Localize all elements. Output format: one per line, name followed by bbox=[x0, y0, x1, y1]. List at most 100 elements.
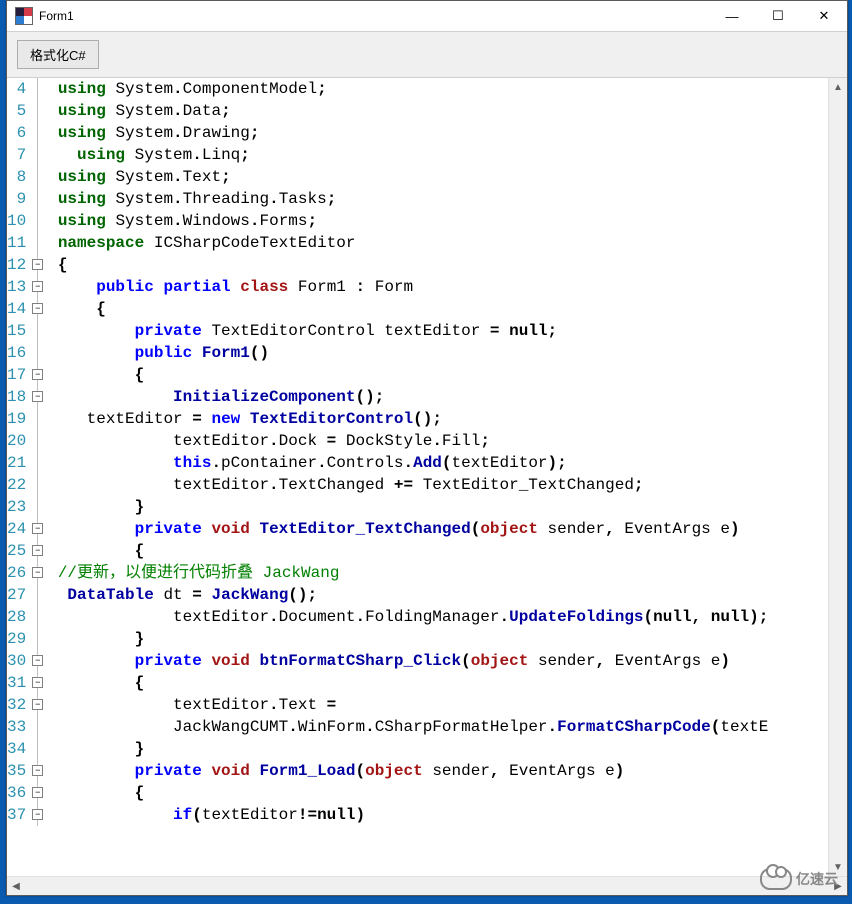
code-line[interactable]: textEditor.Document.FoldingManager.Updat… bbox=[48, 606, 828, 628]
line-number: 19 bbox=[7, 408, 26, 430]
fold-toggle-icon[interactable]: − bbox=[32, 545, 43, 556]
code-line[interactable]: private TextEditorControl textEditor = n… bbox=[48, 320, 828, 342]
fold-toggle-icon[interactable]: − bbox=[32, 809, 43, 820]
code-line[interactable]: namespace ICSharpCodeTextEditor bbox=[48, 232, 828, 254]
code-line[interactable]: if(textEditor!=null) bbox=[48, 804, 828, 826]
code-line[interactable]: { bbox=[48, 540, 828, 562]
scroll-up-icon[interactable]: ▲ bbox=[829, 78, 847, 96]
line-number: 17 bbox=[7, 364, 26, 386]
watermark: 亿速云 bbox=[760, 868, 838, 890]
code-line[interactable]: } bbox=[48, 628, 828, 650]
line-number: 21 bbox=[7, 452, 26, 474]
line-number: 29 bbox=[7, 628, 26, 650]
line-number: 30 bbox=[7, 650, 26, 672]
fold-toggle-icon[interactable]: − bbox=[32, 369, 43, 380]
code-line[interactable]: InitializeComponent(); bbox=[48, 386, 828, 408]
code-line[interactable]: private void Form1_Load(object sender, E… bbox=[48, 760, 828, 782]
code-line[interactable]: using System.Windows.Forms; bbox=[48, 210, 828, 232]
code-line[interactable]: { bbox=[48, 298, 828, 320]
code-line[interactable]: textEditor.Text = bbox=[48, 694, 828, 716]
line-number: 37 bbox=[7, 804, 26, 826]
line-number: 32 bbox=[7, 694, 26, 716]
code-line[interactable]: public Form1() bbox=[48, 342, 828, 364]
fold-toggle-icon[interactable]: − bbox=[32, 523, 43, 534]
toolbar: 格式化C# bbox=[7, 32, 847, 78]
code-area[interactable]: using System.ComponentModel; using Syste… bbox=[48, 78, 828, 876]
code-line[interactable]: this.pContainer.Controls.Add(textEditor)… bbox=[48, 452, 828, 474]
code-line[interactable]: textEditor = new TextEditorControl(); bbox=[48, 408, 828, 430]
code-line[interactable]: using System.Linq; bbox=[48, 144, 828, 166]
fold-toggle-icon[interactable]: − bbox=[32, 655, 43, 666]
line-number: 6 bbox=[7, 122, 26, 144]
code-line[interactable]: { bbox=[48, 364, 828, 386]
line-number: 24 bbox=[7, 518, 26, 540]
line-number: 26 bbox=[7, 562, 26, 584]
code-line[interactable]: textEditor.TextChanged += TextEditor_Tex… bbox=[48, 474, 828, 496]
line-number: 11 bbox=[7, 232, 26, 254]
minimize-button[interactable]: — bbox=[709, 1, 755, 31]
format-csharp-button[interactable]: 格式化C# bbox=[17, 40, 99, 69]
code-line[interactable]: using System.Data; bbox=[48, 100, 828, 122]
code-line[interactable]: textEditor.Dock = DockStyle.Fill; bbox=[48, 430, 828, 452]
code-line[interactable]: using System.Drawing; bbox=[48, 122, 828, 144]
app-icon bbox=[15, 7, 33, 25]
fold-toggle-icon[interactable]: − bbox=[32, 787, 43, 798]
line-number: 13 bbox=[7, 276, 26, 298]
line-number: 31 bbox=[7, 672, 26, 694]
line-number: 8 bbox=[7, 166, 26, 188]
maximize-button[interactable]: ☐ bbox=[755, 1, 801, 31]
line-number: 5 bbox=[7, 100, 26, 122]
fold-gutter[interactable]: − − − − − − − − − − − − − − bbox=[30, 78, 48, 876]
code-line[interactable]: using System.Text; bbox=[48, 166, 828, 188]
line-number: 22 bbox=[7, 474, 26, 496]
line-number: 14 bbox=[7, 298, 26, 320]
titlebar[interactable]: Form1 — ☐ ✕ bbox=[7, 1, 847, 32]
code-line[interactable]: { bbox=[48, 672, 828, 694]
fold-toggle-icon[interactable]: − bbox=[32, 699, 43, 710]
line-number: 33 bbox=[7, 716, 26, 738]
line-number: 10 bbox=[7, 210, 26, 232]
code-line[interactable]: private void TextEditor_TextChanged(obje… bbox=[48, 518, 828, 540]
line-number: 4 bbox=[7, 78, 26, 100]
code-line[interactable]: //更新，以便进行代码折叠 JackWang bbox=[48, 562, 828, 584]
line-number: 18 bbox=[7, 386, 26, 408]
code-line[interactable]: private void btnFormatCSharp_Click(objec… bbox=[48, 650, 828, 672]
code-line[interactable]: using System.ComponentModel; bbox=[48, 78, 828, 100]
cloud-icon bbox=[760, 868, 792, 890]
line-number: 27 bbox=[7, 584, 26, 606]
line-number: 25 bbox=[7, 540, 26, 562]
vertical-scrollbar[interactable]: ▲ ▼ bbox=[828, 78, 847, 876]
horizontal-scrollbar[interactable]: ◀ ▶ bbox=[7, 876, 847, 895]
scroll-track[interactable] bbox=[829, 96, 847, 858]
line-number: 23 bbox=[7, 496, 26, 518]
line-number: 7 bbox=[7, 144, 26, 166]
code-line[interactable]: public partial class Form1 : Form bbox=[48, 276, 828, 298]
line-number: 9 bbox=[7, 188, 26, 210]
code-line[interactable]: { bbox=[48, 782, 828, 804]
code-editor[interactable]: 4567891011121314151617181920212223242526… bbox=[7, 78, 847, 895]
watermark-text: 亿速云 bbox=[796, 869, 838, 889]
fold-toggle-icon[interactable]: − bbox=[32, 391, 43, 402]
fold-toggle-icon[interactable]: − bbox=[32, 281, 43, 292]
fold-toggle-icon[interactable]: − bbox=[32, 303, 43, 314]
fold-toggle-icon[interactable]: − bbox=[32, 765, 43, 776]
fold-toggle-icon[interactable]: − bbox=[32, 259, 43, 270]
fold-toggle-icon[interactable]: − bbox=[32, 677, 43, 688]
fold-toggle-icon[interactable]: − bbox=[32, 567, 43, 578]
line-number: 15 bbox=[7, 320, 26, 342]
code-line[interactable]: using System.Threading.Tasks; bbox=[48, 188, 828, 210]
line-number: 35 bbox=[7, 760, 26, 782]
line-number: 16 bbox=[7, 342, 26, 364]
line-number: 28 bbox=[7, 606, 26, 628]
window-title: Form1 bbox=[39, 9, 74, 23]
close-button[interactable]: ✕ bbox=[801, 1, 847, 31]
code-line[interactable]: { bbox=[48, 254, 828, 276]
scroll-track[interactable] bbox=[25, 877, 829, 895]
code-line[interactable]: DataTable dt = JackWang(); bbox=[48, 584, 828, 606]
scroll-left-icon[interactable]: ◀ bbox=[7, 877, 25, 895]
code-line[interactable]: JackWangCUMT.WinForm.CSharpFormatHelper.… bbox=[48, 716, 828, 738]
line-number-gutter: 4567891011121314151617181920212223242526… bbox=[7, 78, 30, 876]
code-line[interactable]: } bbox=[48, 738, 828, 760]
line-number: 34 bbox=[7, 738, 26, 760]
code-line[interactable]: } bbox=[48, 496, 828, 518]
